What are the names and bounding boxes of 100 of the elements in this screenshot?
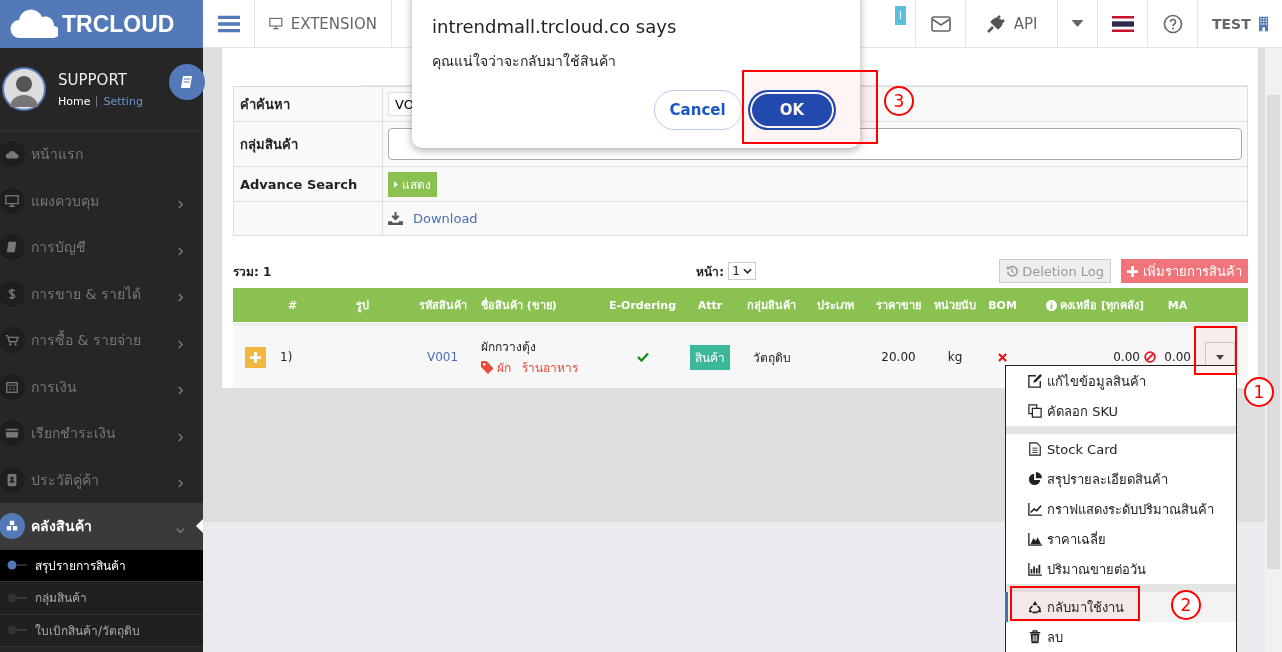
column-header: หน่วยนับ [934,298,976,314]
column-header: Attr [697,298,723,312]
ok-button[interactable]: OK [747,90,836,130]
sidebar-item[interactable]: การซื้อ & รายจ่าย [0,317,203,364]
chevron-icon [176,200,185,210]
menu-item[interactable]: Stock Card [1005,434,1236,464]
sidebar-item[interactable]: เรียกชำระเงิน [0,410,203,457]
column-header: รูป [356,298,369,314]
submenu-item-label: สรุปรายการสินค้า [35,557,126,575]
ban-icon [1144,351,1156,363]
table-cell: kg [947,350,963,364]
copy-icon [1028,404,1042,418]
field-label: คำค้นหา [240,95,290,114]
attribute-badge: สินค้า [690,344,730,370]
sidebar-item[interactable]: แผงควบคุม [0,177,203,224]
plus-icon [1127,265,1138,277]
highlight-box [1194,326,1237,375]
product-code-link[interactable]: V001 [426,350,459,364]
contact-icon [5,472,19,487]
page-select[interactable]: 1 [728,262,756,280]
plug-icon [985,13,1006,34]
home-link[interactable]: Home [58,94,91,108]
menu-item[interactable]: คัดลอก SKU [1005,396,1236,426]
menu-item[interactable]: กราฟแสดงระดับปริมาณสินค้า [1005,494,1236,524]
sidebar-item-label: หน้าแรก [31,145,84,165]
submenu-item[interactable]: กลุ่มสินค้า [0,582,203,615]
cancel-button[interactable]: Cancel [653,90,742,130]
edit-icon [1028,374,1042,388]
bar-chart-icon [1028,562,1042,576]
chevron-icon [176,246,185,256]
table-cell: 20.00 [881,350,916,364]
sidebar-item-label: การขาย & รายได้ [31,284,142,304]
sidebar-item-label: การบัญชี [31,238,87,258]
menu-item[interactable]: ราคาเฉลี่ย [1005,524,1236,554]
menu-item[interactable]: ปริมาณขายต่อวัน [1005,554,1236,584]
column-header: คงเหลือ [ทุกคลัง] [1060,298,1144,314]
menu-item[interactable]: ลบ [1005,622,1236,652]
chevron-icon [176,386,185,396]
api-button[interactable]: API [966,0,1058,47]
menu-item[interactable]: สรุปรายละเอียดสินค้า [1005,464,1236,494]
dialog-title: intrendmall.trcloud.co says [432,16,678,37]
avatar [2,67,46,111]
monitor-icon [5,193,19,208]
table-cell: 0.00 [1164,350,1191,364]
field-label: Advance Search [240,176,358,192]
table-cell: 0.00 [1113,350,1140,364]
pie-chart-icon [1028,472,1042,486]
flag-icon [1111,15,1134,32]
timeline-dot-icon [7,560,27,571]
chevron-icon [176,339,185,349]
company-button[interactable]: TEST [1198,0,1282,47]
caret-icon [394,180,398,188]
chevron-icon [176,479,185,489]
setting-link[interactable]: Setting [103,94,143,108]
chevron-icon [742,268,752,274]
column-header: ราคาขาย [876,298,921,314]
sidebar-item[interactable]: คลังสินค้า [0,503,203,550]
table-cell-text: วัตถุดิบ [752,349,791,367]
book-icon [5,240,19,255]
timeline-dot-icon [7,592,27,603]
download-icon [388,212,403,225]
submenu-item-label: กลุ่มสินค้า [35,590,87,608]
cart-icon [5,333,19,348]
notification-badge: I [895,6,906,25]
column-header: E-Ordering [608,298,677,312]
sidebar-item-label: เรียกชำระเงิน [31,424,117,444]
sidebar-item[interactable]: การบัญชี [0,224,203,271]
extension-button[interactable]: EXTENSION [255,0,392,47]
trash-icon [1028,630,1042,644]
caret-icon [1216,354,1224,360]
download-link[interactable]: Download [413,211,478,226]
tag-icon [481,361,494,374]
column-header: รหัสสินค้า [418,298,467,314]
info-icon [1046,299,1058,311]
scrollbar[interactable] [1265,48,1282,652]
column-header: BOM [988,298,1017,312]
submenu-item[interactable]: สรุปรายการสินค้า [0,549,203,582]
page-label: หน้า: [696,263,725,281]
manual-button[interactable] [169,64,205,100]
timeline-dot-icon [7,625,27,636]
history-icon [1006,265,1019,277]
sidebar-item-label: ประวัติคู่ค้า [31,470,100,491]
column-header: # [287,298,298,312]
sidebar-item[interactable]: ประวัติคู่ค้า [0,456,203,503]
sidebar-item[interactable]: การเงิน [0,363,203,410]
product-tag: ผัก [497,358,511,377]
scrollbar-thumb[interactable] [1267,95,1280,569]
sidebar-item-label: การเงิน [31,377,78,397]
submenu-item[interactable]: ใบเบิกสินค้า/วัตถุดิบ [0,614,203,647]
table-cell: 1) [280,350,293,364]
dialog-message: คุณแน่ใจว่าจะกลับมาใช้สินค้า [432,52,617,72]
chevron-icon [176,293,185,303]
sidebar-item[interactable]: การขาย & รายได้ [0,270,203,317]
sidebar-item[interactable]: หน้าแรก [0,131,203,178]
field-label: กลุ่มสินค้า [240,135,298,155]
mail-icon [930,15,951,32]
menu-item[interactable]: แก้ไขข้อมูลสินค้า [1005,366,1236,396]
recycle-icon [1028,600,1042,614]
sidebar-item-label: แผงควบคุม [31,191,100,212]
book-icon [179,74,195,90]
